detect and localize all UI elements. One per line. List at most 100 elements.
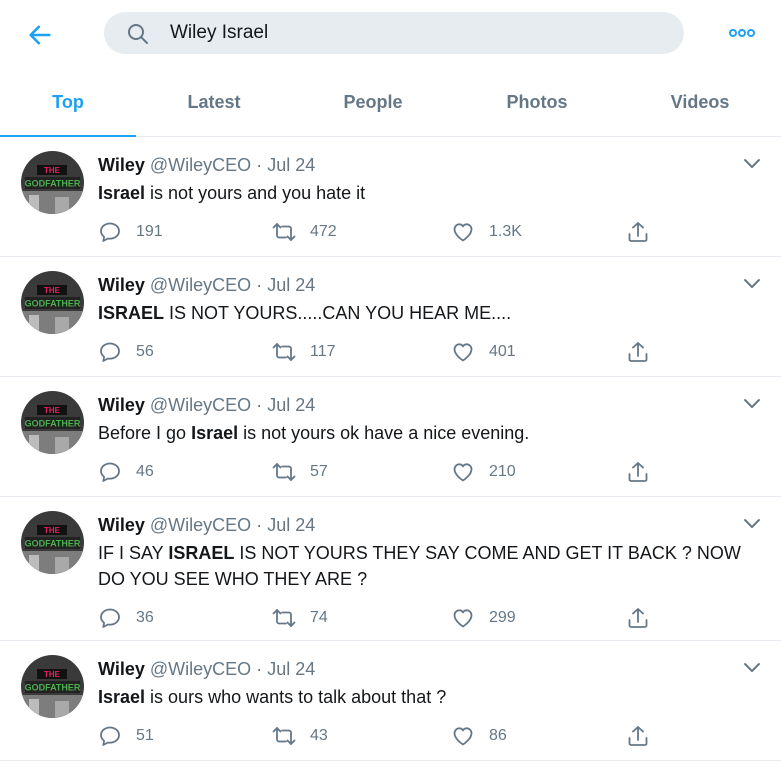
share-icon [628,342,648,362]
tweet[interactable]: THE GODFATHER Wiley @WileyCEO · Jul 24 I… [0,137,781,257]
tweet-text-line2: DO YOU SEE WHO THEY ARE ? [98,569,368,589]
search-tabs: Top Latest People Photos Videos [0,68,781,137]
share-button[interactable] [626,605,650,631]
tweet-header: Wiley @WileyCEO · Jul 24 [98,394,315,416]
retweet-button[interactable]: 43 [272,723,328,749]
tweet-actions: 56 117 401 [98,339,758,365]
avatar[interactable]: THE GODFATHER [21,391,84,454]
tab-videos[interactable]: Videos [632,68,768,136]
retweet-button[interactable]: 74 [272,605,328,631]
share-button[interactable] [626,723,650,749]
separator: · [256,395,263,415]
tweet-text-highlight: Israel [191,423,239,443]
tweet[interactable]: THE GODFATHER Wiley @WileyCEO · Jul 24 I… [0,641,781,761]
author-handle[interactable]: @WileyCEO [150,515,251,535]
back-arrow-icon[interactable] [26,21,54,49]
tweet-date[interactable]: Jul 24 [267,275,315,295]
avatar[interactable]: THE GODFATHER [21,151,84,214]
reply-button[interactable]: 191 [98,219,163,245]
like-button[interactable]: 299 [451,605,516,631]
chevron-down-icon[interactable] [742,661,762,675]
tweet-date[interactable]: Jul 24 [267,155,315,175]
svg-text:GODFATHER: GODFATHER [25,419,81,429]
author-name[interactable]: Wiley [98,515,145,535]
tweet-text-rest: IS NOT YOURS THEY SAY COME AND GET IT BA… [234,543,741,563]
chevron-down-icon[interactable] [742,517,762,531]
tweet-text-rest: is not yours ok have a nice evening. [238,423,530,443]
separator: · [256,155,263,175]
author-name[interactable]: Wiley [98,155,145,175]
tweet-header: Wiley @WileyCEO · Jul 24 [98,658,315,680]
like-count: 401 [489,343,516,360]
like-button[interactable]: 86 [451,723,507,749]
tweet-text-rest: is not yours and you hate it [145,183,366,203]
avatar[interactable]: THE GODFATHER [21,655,84,718]
like-count: 210 [489,463,516,480]
tweet-text: IF I SAY ISRAEL IS NOT YOURS THEY SAY CO… [98,540,758,592]
more-options-icon[interactable] [728,24,756,42]
author-name[interactable]: Wiley [98,275,145,295]
tab-people[interactable]: People [305,68,441,136]
like-count: 86 [489,727,507,744]
like-button[interactable]: 210 [451,459,516,485]
separator: · [256,659,263,679]
retweet-button[interactable]: 472 [272,219,337,245]
tweet-date[interactable]: Jul 24 [267,659,315,679]
avatar[interactable]: THE GODFATHER [21,511,84,574]
avatar[interactable]: THE GODFATHER [21,271,84,334]
tab-top[interactable]: Top [0,68,136,136]
search-input[interactable] [170,12,660,54]
tab-latest[interactable]: Latest [146,68,282,136]
svg-text:THE: THE [44,670,61,679]
retweet-icon [272,609,296,627]
like-button[interactable]: 401 [451,339,516,365]
tweet[interactable]: THE GODFATHER Wiley @WileyCEO · Jul 24 I… [0,497,781,641]
tweet-header: Wiley @WileyCEO · Jul 24 [98,274,315,296]
svg-text:THE: THE [44,406,61,415]
share-icon [628,222,648,242]
heart-icon [453,727,473,746]
reply-button[interactable]: 36 [98,605,154,631]
tweet-text-highlight: ISRAEL [98,303,165,323]
chevron-down-icon[interactable] [742,157,762,171]
share-icon [628,726,648,746]
share-icon [628,608,648,628]
reply-icon [100,608,120,628]
like-button[interactable]: 1.3K [451,219,522,245]
share-button[interactable] [626,219,650,245]
retweet-icon [272,223,296,241]
reply-count: 51 [136,727,154,744]
search-bar[interactable] [104,12,684,54]
tweet-text-pre: Before I go [98,423,192,443]
heart-icon [453,343,473,362]
author-handle[interactable]: @WileyCEO [150,659,251,679]
author-handle[interactable]: @WileyCEO [150,155,251,175]
share-button[interactable] [626,339,650,365]
retweet-icon [272,727,296,745]
tab-photos[interactable]: Photos [469,68,605,136]
reply-icon [100,726,120,746]
reply-count: 56 [136,343,154,360]
tweet[interactable]: THE GODFATHER Wiley @WileyCEO · Jul 24 I… [0,257,781,377]
svg-text:THE: THE [44,166,61,175]
author-name[interactable]: Wiley [98,395,145,415]
tweet-date[interactable]: Jul 24 [267,395,315,415]
chevron-down-icon[interactable] [742,277,762,291]
chevron-down-icon[interactable] [742,397,762,411]
author-handle[interactable]: @WileyCEO [150,395,251,415]
reply-button[interactable]: 56 [98,339,154,365]
reply-button[interactable]: 51 [98,723,154,749]
tweet-text-highlight: Israel [98,183,146,203]
share-button[interactable] [626,459,650,485]
tweet-text-rest: IS NOT YOURS.....CAN YOU HEAR ME.... [164,303,512,323]
author-handle[interactable]: @WileyCEO [150,275,251,295]
author-name[interactable]: Wiley [98,659,145,679]
retweet-button[interactable]: 117 [272,339,336,365]
share-icon [628,462,648,482]
reply-button[interactable]: 46 [98,459,154,485]
separator: · [256,515,263,535]
tweet[interactable]: THE GODFATHER Wiley @WileyCEO · Jul 24 B… [0,377,781,497]
tweet-date[interactable]: Jul 24 [267,515,315,535]
retweet-button[interactable]: 57 [272,459,328,485]
retweet-count: 117 [310,343,336,360]
